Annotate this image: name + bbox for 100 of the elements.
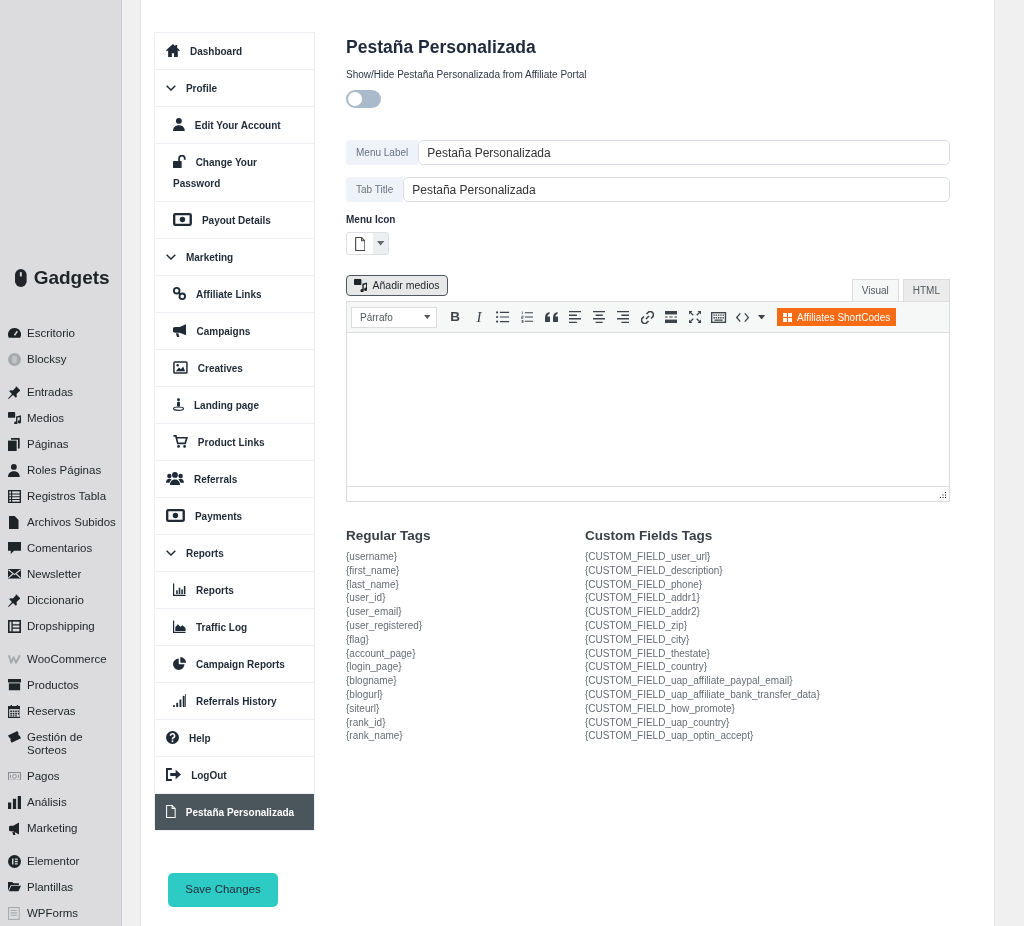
sidebar-menu-item[interactable]: Registros Tabla (0, 483, 121, 509)
template-tag: {siteurl} (346, 701, 585, 716)
toggle-switch[interactable] (346, 90, 381, 108)
save-changes-button[interactable]: Save Changes (168, 873, 278, 907)
code-icon[interactable] (736, 312, 750, 322)
link-icon (173, 287, 186, 300)
nav-item[interactable]: Referrals (155, 461, 314, 498)
text-field[interactable]: Pestaña Personalizada (418, 140, 950, 165)
read-more-icon[interactable] (665, 311, 677, 323)
circle-logo-icon (7, 352, 21, 366)
sidebar-menu-item[interactable]: Newsletter (0, 561, 121, 587)
editor-tab[interactable]: HTML (902, 279, 950, 301)
template-tag: {CUSTOM_FIELD_user_url} (585, 550, 820, 564)
nav-item[interactable]: Product Links (155, 424, 314, 461)
sidebar-menu-item[interactable]: Archivos Subidos (0, 509, 121, 535)
keyboard-icon[interactable] (711, 311, 727, 323)
bullet-list-icon[interactable] (496, 311, 510, 323)
template-tag: {CUSTOM_FIELD_country} (585, 660, 820, 675)
field-label: Tab Title (346, 177, 404, 202)
file-icon (354, 236, 366, 251)
sidebar-menu-item[interactable]: Dropshipping (0, 613, 121, 639)
nav-section-toggle[interactable]: Marketing (155, 239, 314, 276)
chevron-down-icon (166, 550, 176, 556)
sign-out-icon (166, 768, 182, 781)
template-tag: {first_name} (346, 563, 585, 578)
banknote-icon (173, 213, 192, 226)
nav-item[interactable]: Affiliate Links (155, 276, 314, 313)
align-left-icon[interactable] (568, 311, 582, 323)
banknote-icon (7, 771, 21, 781)
sidebar-menu-item[interactable]: Elementor (0, 848, 121, 874)
caret-icon (376, 241, 385, 246)
template-tag: {CUSTOM_FIELD_uap_affiliate_paypal_email} (585, 674, 820, 688)
quote-icon[interactable] (544, 312, 558, 322)
nav-item[interactable]: Payout Details (155, 202, 314, 239)
nav-item[interactable]: Edit Your Account (155, 107, 314, 144)
sidebar-menu-item[interactable]: Entradas (0, 379, 121, 405)
nav-item[interactable]: Payments (155, 498, 314, 535)
sidebar-menu-item[interactable]: Diccionario (0, 587, 121, 613)
nav-item[interactable]: Referrals History (155, 683, 314, 720)
area-chart-icon (173, 620, 186, 633)
envelope-icon (7, 569, 21, 579)
template-tag: {username} (346, 550, 585, 564)
align-center-icon[interactable] (592, 311, 606, 323)
nav-item[interactable]: Pestaña Personalizada (155, 794, 314, 830)
fullscreen-icon[interactable] (689, 311, 701, 323)
sidebar-menu-item[interactable]: WPForms (0, 900, 121, 926)
sidebar-menu-item[interactable]: Pagos (0, 763, 121, 789)
camera-note-icon (354, 279, 368, 292)
banknote-icon (166, 509, 185, 522)
sidebar-menu-item[interactable]: Reservas (0, 698, 121, 724)
pages-icon (8, 437, 20, 451)
template-tag: {blogurl} (346, 687, 585, 702)
help-icon (166, 731, 179, 744)
megaphone-icon (8, 821, 20, 835)
sidebar-menu-item[interactable]: Blocksy (0, 346, 121, 372)
sidebar-menu-item[interactable]: Páginas (0, 431, 121, 457)
numbered-list-icon[interactable] (520, 311, 534, 323)
nav-item[interactable]: Creatives (155, 350, 314, 387)
nav-item[interactable]: Campaign Reports (155, 646, 314, 683)
editor-tab[interactable]: Visual (851, 279, 899, 301)
template-tag: {login_page} (346, 660, 585, 675)
nav-section-toggle[interactable]: Profile (155, 70, 314, 107)
cart-icon (173, 435, 188, 448)
field-label: Menu Icon (346, 213, 397, 227)
format-dropdown[interactable]: Párrafo (351, 306, 437, 328)
template-tag: {CUSTOM_FIELD_phone} (585, 577, 820, 592)
template-tag: {CUSTOM_FIELD_zip} (585, 619, 820, 633)
form-icon (8, 906, 20, 920)
sidebar-menu-item[interactable]: WooCommerce (0, 646, 121, 672)
sidebar-menu-item[interactable]: Plantillas (0, 874, 121, 900)
sidebar-menu-item[interactable]: Productos (0, 672, 121, 698)
link-icon[interactable] (640, 310, 654, 324)
pushpin-icon (7, 593, 21, 607)
nav-item[interactable]: Campaigns (155, 313, 314, 350)
template-tag: {CUSTOM_FIELD_uap_country} (585, 715, 820, 730)
italic-button[interactable]: I (469, 307, 489, 327)
nav-item[interactable]: Dashboard (155, 33, 314, 70)
caret-icon[interactable] (758, 314, 766, 320)
nav-item[interactable]: Landing page (155, 387, 314, 424)
sidebar-menu-item[interactable]: Comentarios (0, 535, 121, 561)
sidebar-menu-item[interactable]: Escritorio (0, 320, 121, 346)
resize-grip-icon[interactable] (940, 492, 946, 498)
sidebar-menu-item[interactable]: Roles Páginas (0, 457, 121, 483)
bold-button[interactable]: B (445, 307, 465, 327)
sidebar-menu-item[interactable]: Medios (0, 405, 121, 431)
align-right-icon[interactable] (616, 311, 630, 323)
grid-icon (783, 312, 792, 322)
sidebar-menu-item[interactable]: Gestión de Sorteos (0, 724, 121, 763)
add-media-button[interactable]: Añadir medios (346, 275, 448, 296)
nav-item[interactable]: Traffic Log (155, 609, 314, 646)
icon-picker[interactable] (346, 232, 389, 255)
nav-item[interactable]: Change Your Password (155, 144, 314, 202)
nav-item[interactable]: Reports (155, 572, 314, 609)
nav-item[interactable]: Help (155, 720, 314, 757)
toggle-label: Show/Hide Pestaña Personalizada from Affiliate Portal (346, 68, 588, 82)
text-field[interactable]: Pestaña Personalizada (403, 177, 950, 202)
nav-section-toggle[interactable]: Reports (155, 535, 314, 572)
circle-bars-icon (7, 854, 21, 868)
sidebar-menu-item[interactable]: Marketing (0, 815, 121, 841)
sidebar-menu-item[interactable]: Análisis (0, 789, 121, 815)
